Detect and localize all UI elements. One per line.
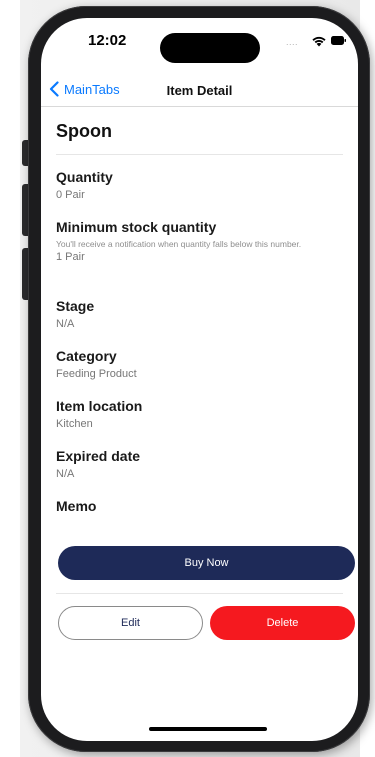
status-time: 12:02	[88, 32, 127, 49]
page-title: Item Detail	[166, 83, 233, 98]
field-quantity: Quantity 0 Pair	[56, 169, 343, 202]
status-icons: ....	[286, 35, 348, 49]
field-value: Feeding Product	[56, 368, 137, 380]
divider	[56, 154, 343, 155]
field-expired-date: Expired date N/A	[56, 448, 343, 481]
field-value: Kitchen	[56, 418, 93, 430]
field-stage: Stage N/A	[56, 298, 343, 331]
divider	[56, 593, 343, 594]
field-label: Minimum stock quantity	[56, 219, 217, 235]
status-bar: 12:02 ....	[41, 18, 358, 63]
navigation-bar: MainTabs Item Detail	[41, 72, 358, 107]
field-value: N/A	[56, 468, 75, 480]
dynamic-island	[160, 33, 260, 63]
edit-button[interactable]: Edit	[58, 606, 203, 640]
wifi-icon	[312, 36, 326, 47]
battery-icon	[331, 36, 346, 45]
field-value: 1 Pair	[56, 251, 85, 263]
field-value: N/A	[56, 318, 75, 330]
field-note: You'll receive a notification when quant…	[56, 239, 302, 249]
field-label: Memo	[56, 498, 97, 514]
field-minimum-stock: Minimum stock quantity You'll receive a …	[56, 219, 343, 264]
field-label: Item location	[56, 398, 143, 414]
home-indicator[interactable]	[149, 727, 267, 731]
field-label: Quantity	[56, 169, 113, 185]
field-value: 0 Pair	[56, 189, 85, 201]
delete-button[interactable]: Delete	[210, 606, 355, 640]
field-label: Category	[56, 348, 117, 364]
item-header: Spoon	[56, 116, 343, 155]
phone-screen: 12:02 .... MainTabs Item Detail Spoon Qu…	[41, 18, 358, 741]
field-item-location: Item location Kitchen	[56, 398, 343, 431]
buy-now-button[interactable]: Buy Now	[58, 546, 355, 580]
field-memo: Memo	[56, 498, 343, 517]
item-name: Spoon	[56, 121, 112, 141]
field-category: Category Feeding Product	[56, 348, 343, 381]
field-label: Expired date	[56, 448, 141, 464]
signal-dots: ....	[286, 37, 299, 47]
field-label: Stage	[56, 298, 95, 314]
